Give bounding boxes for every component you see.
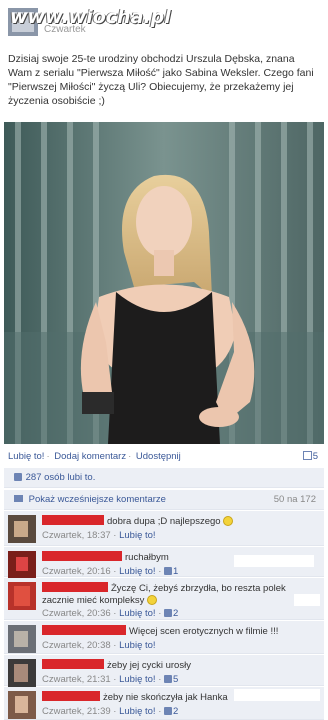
avatar[interactable] <box>8 515 36 543</box>
censor-patch <box>234 689 320 701</box>
comment-text: żeby nie skończyła jak Hanka <box>103 692 228 703</box>
thumbs-up-icon <box>164 707 173 715</box>
censor-patch <box>294 594 320 606</box>
comment-body: Życzę Ci, żebyś zbrzydła, bo reszta pole… <box>42 582 318 620</box>
avatar[interactable] <box>8 582 36 610</box>
comment-text: Więcej scen erotycznych w filmie !!! <box>129 626 279 637</box>
comment-like-link[interactable]: Lubię to! <box>119 706 155 717</box>
avatar[interactable] <box>8 691 36 719</box>
show-previous-comments-link[interactable]: Pokaż wcześniejsze komentarze <box>29 494 166 505</box>
avatar[interactable] <box>8 659 36 687</box>
thumbs-up-icon <box>164 567 173 575</box>
redacted-author <box>42 515 104 525</box>
comment-like-count[interactable]: 5 <box>173 674 178 685</box>
comment-like-link[interactable]: Lubię to! <box>119 530 155 541</box>
comment-item: żeby nie skończyła jak Hanka Czwartek, 2… <box>4 687 324 720</box>
comment-like-link[interactable]: Lubię to! <box>119 608 155 619</box>
post-text: Dzisiaj swoje 25-te urodziny obchodzi Ur… <box>8 53 314 107</box>
share-count[interactable]: 5 <box>302 451 318 462</box>
comment-body: Więcej scen erotycznych w filmie !!! Czw… <box>42 625 318 651</box>
smiley-icon <box>223 516 234 526</box>
comment-item: ruchałbym Czwartek, 20:16 · Lubię to! · … <box>4 547 324 579</box>
redacted-author <box>42 551 122 561</box>
comment-bubble-icon <box>14 495 23 502</box>
likes-count-text[interactable]: 287 osób lubi to. <box>26 472 96 483</box>
comment-item: Więcej scen erotycznych w filmie !!! Czw… <box>4 621 324 654</box>
redacted-author <box>42 691 100 701</box>
comment-meta: Czwartek, 20:16 · Lubię to! · 1 <box>42 566 179 577</box>
comment-like-link[interactable]: Lubię to! <box>119 640 155 651</box>
post-actions: Lubię to! · Dodaj komentarz · Udostępnij 5 <box>8 451 318 462</box>
comment-item: żeby jej cycki urosły Czwartek, 21:31 · … <box>4 655 324 687</box>
comment-meta: Czwartek, 20:36 · Lubię to! · 2 <box>42 608 179 619</box>
share-link[interactable]: Udostępnij <box>136 451 181 462</box>
watermark: www.wiocha.pl <box>10 6 171 28</box>
comment-date[interactable]: Czwartek, 20:38 <box>42 640 111 651</box>
comment-body: dobra dupa ;D najlepszego Czwartek, 18:3… <box>42 515 318 541</box>
comment-like-link[interactable]: Lubię to! <box>119 674 155 685</box>
thumbs-up-icon <box>164 675 173 683</box>
comment-item: Życzę Ci, żebyś zbrzydła, bo reszta pole… <box>4 578 324 620</box>
comment-text: żeby jej cycki urosły <box>107 660 191 671</box>
comment-date[interactable]: Czwartek, 20:16 <box>42 566 111 577</box>
comment-date[interactable]: Czwartek, 18:37 <box>42 530 111 541</box>
avatar[interactable] <box>8 625 36 653</box>
censor-patch <box>234 555 314 567</box>
add-comment-link[interactable]: Dodaj komentarz <box>54 451 126 462</box>
comment-like-count[interactable]: 2 <box>173 706 178 717</box>
comment-text: ruchałbym <box>125 552 169 563</box>
redacted-author <box>42 625 126 635</box>
comment-date[interactable]: Czwartek, 21:39 <box>42 706 111 717</box>
comment-like-count[interactable]: 2 <box>173 608 178 619</box>
comments-count: 50 na 172 <box>273 494 316 505</box>
post-photo[interactable] <box>4 122 324 444</box>
redacted-author <box>42 659 104 669</box>
comment-meta: Czwartek, 21:31 · Lubię to! · 5 <box>42 674 179 685</box>
redacted-author <box>42 582 108 592</box>
previous-comments-bar: Pokaż wcześniejsze komentarze 50 na 172 <box>4 490 324 510</box>
share-icon <box>302 451 312 460</box>
comment-date[interactable]: Czwartek, 21:31 <box>42 674 111 685</box>
comment-like-link[interactable]: Lubię to! <box>119 566 155 577</box>
comment-date[interactable]: Czwartek, 20:36 <box>42 608 111 619</box>
like-link[interactable]: Lubię to! <box>8 451 44 462</box>
smiley-icon <box>147 595 158 605</box>
comment-meta: Czwartek, 20:38 · Lubię to! <box>42 640 156 651</box>
comment-meta: Czwartek, 21:39 · Lubię to! · 2 <box>42 706 179 717</box>
comment-like-count[interactable]: 1 <box>173 566 178 577</box>
comment-body: żeby jej cycki urosły Czwartek, 21:31 · … <box>42 659 318 685</box>
thumbs-up-icon <box>164 609 173 617</box>
avatar[interactable] <box>8 551 36 579</box>
comment-text: dobra dupa ;D najlepszego <box>107 516 221 527</box>
comment-item: dobra dupa ;D najlepszego Czwartek, 18:3… <box>4 511 324 546</box>
comment-meta: Czwartek, 18:37 · Lubię to! <box>42 530 156 541</box>
likes-bar[interactable]: 287 osób lubi to. <box>4 468 324 488</box>
thumbs-up-icon <box>14 473 22 481</box>
